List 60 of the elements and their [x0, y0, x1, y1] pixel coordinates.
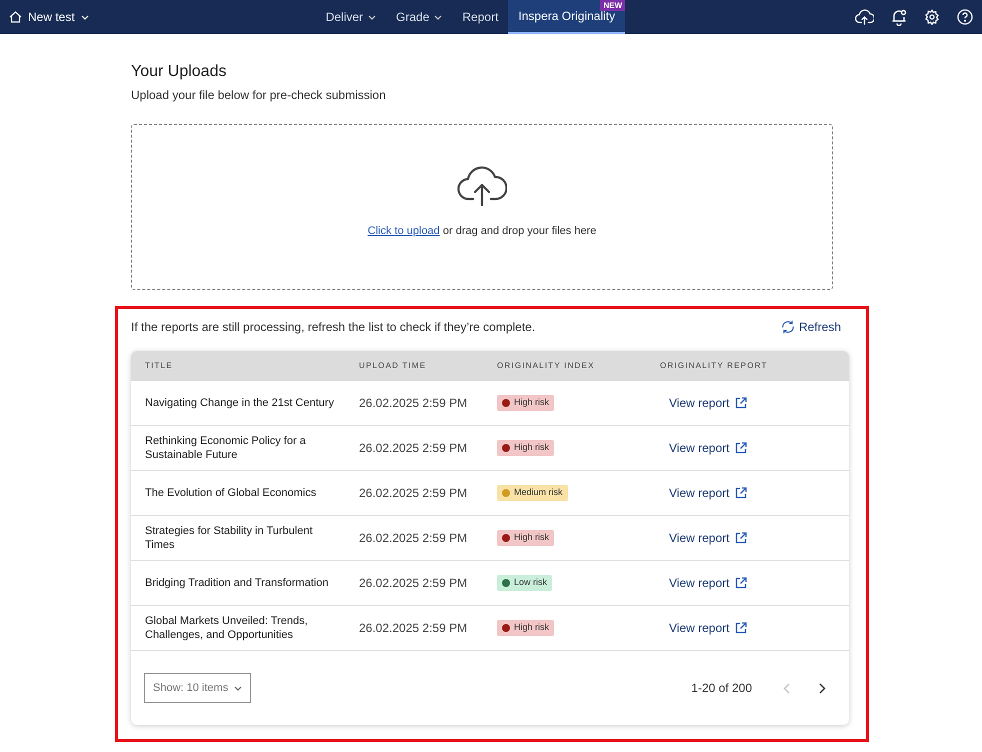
risk-badge: Low risk — [497, 575, 552, 591]
table-cell-text: Strategies for Stability in Turbulent Times — [144, 524, 314, 552]
home-icon — [9, 11, 22, 23]
risk-badge: High risk — [497, 530, 554, 546]
table-cell-text: 26.02.2025 2:59 PM — [358, 620, 468, 637]
table-cell-text: The Evolution of Global Economics — [144, 486, 318, 500]
refresh-button[interactable]: Refresh — [780, 318, 841, 336]
external-link-icon — [735, 442, 748, 454]
column-header: ORIGINALITY INDEX — [497, 360, 596, 372]
upload-link[interactable]: Click to upload — [368, 225, 440, 237]
view-report-link[interactable]: View report — [669, 484, 748, 502]
chevron-right-icon — [818, 682, 826, 694]
help-icon[interactable] — [957, 9, 973, 25]
external-link-icon — [735, 397, 748, 409]
new-badge: NEW — [600, 0, 626, 11]
cloud-upload-icon[interactable] — [855, 9, 874, 25]
chevron-down-icon — [80, 14, 89, 20]
table-cell-text: Rethinking Economic Policy for a Sustainable Future — [144, 434, 307, 462]
nav-tab[interactable]: Report — [452, 0, 508, 34]
table-cell-text: 26.02.2025 2:59 PM — [358, 485, 468, 502]
table-cell-text: 26.02.2025 2:59 PM — [358, 395, 468, 412]
section-title: Your Uploads — [131, 62, 228, 82]
pagination-range: 1-20 of 200 — [691, 680, 752, 697]
nav-tab[interactable]: Grade — [386, 0, 452, 34]
refresh-icon — [780, 320, 795, 334]
settings-icon[interactable] — [924, 9, 940, 25]
page-size-dropdown[interactable]: Show: 10 items — [144, 673, 252, 703]
section-subtitle: Upload your file below for pre-check submission — [131, 87, 387, 104]
external-link-icon — [735, 487, 748, 499]
external-link-icon — [735, 532, 748, 544]
external-link-icon — [735, 577, 748, 589]
test-menu-button[interactable]: New test — [9, 8, 89, 26]
chevron-left-icon — [782, 682, 790, 694]
table-cell-text: 26.02.2025 2:59 PM — [358, 575, 468, 592]
risk-badge: High risk — [497, 395, 554, 411]
upload-dropzone[interactable]: Click to upload or drag and drop your files here — [131, 124, 833, 290]
view-report-link[interactable]: View report — [669, 439, 748, 457]
table-cell-text: Bridging Tradition and Transformation — [144, 576, 330, 590]
view-report-link[interactable]: View report — [669, 529, 748, 547]
view-report-link[interactable]: View report — [669, 619, 748, 637]
bell-icon[interactable] — [891, 8, 907, 26]
table-cell-text: 26.02.2025 2:59 PM — [358, 440, 468, 457]
chevron-down-icon — [234, 686, 242, 690]
risk-badge: Medium risk — [497, 485, 568, 501]
view-report-link[interactable]: View report — [669, 394, 748, 412]
table-cell-text: 26.02.2025 2:59 PM — [358, 530, 468, 547]
external-link-icon — [735, 622, 748, 634]
notice-text: If the reports are still processing, refresh the list to check if they’re complete. — [131, 319, 536, 336]
nav-tab[interactable]: Deliver — [316, 0, 386, 34]
table-cell-text: Global Markets Unveiled: Trends, Challenges, and Opportunities — [144, 614, 309, 642]
risk-badge: High risk — [497, 620, 554, 636]
nav-tab[interactable]: Inspera Originality NEW — [508, 0, 626, 34]
cloud-upload-icon — [457, 165, 507, 207]
column-header: UPLOAD TIME — [358, 360, 428, 372]
table-cell-text: Navigating Change in the 21st Century — [144, 396, 335, 410]
column-header: ORIGINALITY REPORT — [659, 360, 769, 372]
view-report-link[interactable]: View report — [669, 574, 748, 592]
risk-badge: High risk — [497, 440, 554, 456]
column-header: TITLE — [144, 360, 174, 372]
dropzone-text: or drag and drop your files here — [442, 225, 596, 237]
